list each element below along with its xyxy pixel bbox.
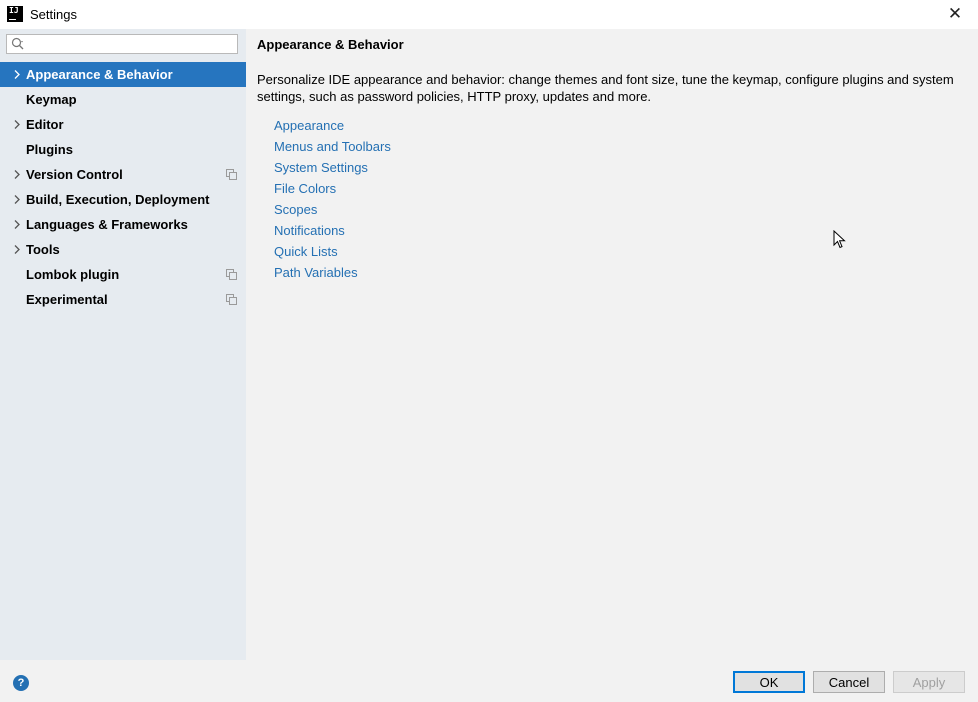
page-description: Personalize IDE appearance and behavior:… [257, 72, 954, 104]
chevron-right-icon[interactable] [12, 187, 22, 212]
sidebar-item-label: Experimental [26, 292, 108, 307]
link-notifications[interactable]: Notifications [274, 220, 391, 241]
sidebar-item-languages-frameworks[interactable]: Languages & Frameworks [0, 212, 246, 237]
sidebar-item-label: Appearance & Behavior [26, 67, 173, 82]
apply-button[interactable]: Apply [893, 671, 965, 693]
sidebar-item-label: Tools [26, 242, 60, 257]
sidebar-item-label: Languages & Frameworks [26, 217, 188, 232]
link-file-colors[interactable]: File Colors [274, 178, 391, 199]
sidebar-item-tools[interactable]: Tools [0, 237, 246, 262]
content-panel: Appearance & Behavior Personalize IDE ap… [246, 29, 978, 660]
dialog-footer: ? OK Cancel Apply [0, 660, 978, 702]
project-level-icon [226, 169, 237, 180]
sidebar-item-label: Version Control [26, 167, 123, 182]
link-path-variables[interactable]: Path Variables [274, 262, 391, 283]
cancel-button[interactable]: Cancel [813, 671, 885, 693]
sidebar-item-plugins[interactable]: Plugins [0, 137, 246, 162]
sidebar-item-build-execution-deployment[interactable]: Build, Execution, Deployment [0, 187, 246, 212]
sidebar-item-label: Editor [26, 117, 64, 132]
search-box[interactable] [6, 34, 238, 54]
sidebar-item-label: Keymap [26, 92, 77, 107]
chevron-right-icon[interactable] [12, 212, 22, 237]
settings-sidebar: Appearance & Behavior Keymap Editor Plugins… [0, 29, 246, 660]
settings-tree: Appearance & Behavior Keymap Editor Plugins… [0, 62, 246, 312]
subpage-links: Appearance Menus and Toolbars System Setti… [274, 115, 391, 283]
link-system-settings[interactable]: System Settings [274, 157, 391, 178]
page-title: Appearance & Behavior [257, 37, 404, 52]
sidebar-item-label: Build, Execution, Deployment [26, 192, 210, 207]
ok-button[interactable]: OK [733, 671, 805, 693]
window-title: Settings [30, 7, 77, 22]
close-button[interactable]: ✕ [946, 5, 964, 23]
help-icon[interactable]: ? [13, 675, 29, 691]
chevron-right-icon[interactable] [12, 237, 22, 262]
title-bar: IJ Settings ✕ [0, 0, 978, 29]
link-appearance[interactable]: Appearance [274, 115, 391, 136]
sidebar-item-editor[interactable]: Editor [0, 112, 246, 137]
sidebar-item-version-control[interactable]: Version Control [0, 162, 246, 187]
intellij-app-icon: IJ [7, 6, 23, 22]
sidebar-item-label: Lombok plugin [26, 267, 120, 282]
sidebar-item-label: Plugins [26, 142, 73, 157]
search-icon[interactable] [11, 37, 25, 51]
sidebar-item-lombok-plugin[interactable]: Lombok plugin [0, 262, 246, 287]
link-scopes[interactable]: Scopes [274, 199, 391, 220]
mouse-cursor-icon [833, 230, 846, 249]
chevron-right-icon[interactable] [12, 162, 22, 187]
project-level-icon [226, 294, 237, 305]
chevron-right-icon[interactable] [12, 112, 22, 137]
chevron-right-icon[interactable] [12, 62, 22, 87]
link-quick-lists[interactable]: Quick Lists [274, 241, 391, 262]
search-input[interactable] [31, 36, 235, 54]
link-menus-and-toolbars[interactable]: Menus and Toolbars [274, 136, 391, 157]
sidebar-item-keymap[interactable]: Keymap [0, 87, 246, 112]
sidebar-item-appearance-behavior[interactable]: Appearance & Behavior [0, 62, 246, 87]
project-level-icon [226, 269, 237, 280]
sidebar-item-experimental[interactable]: Experimental [0, 287, 246, 312]
